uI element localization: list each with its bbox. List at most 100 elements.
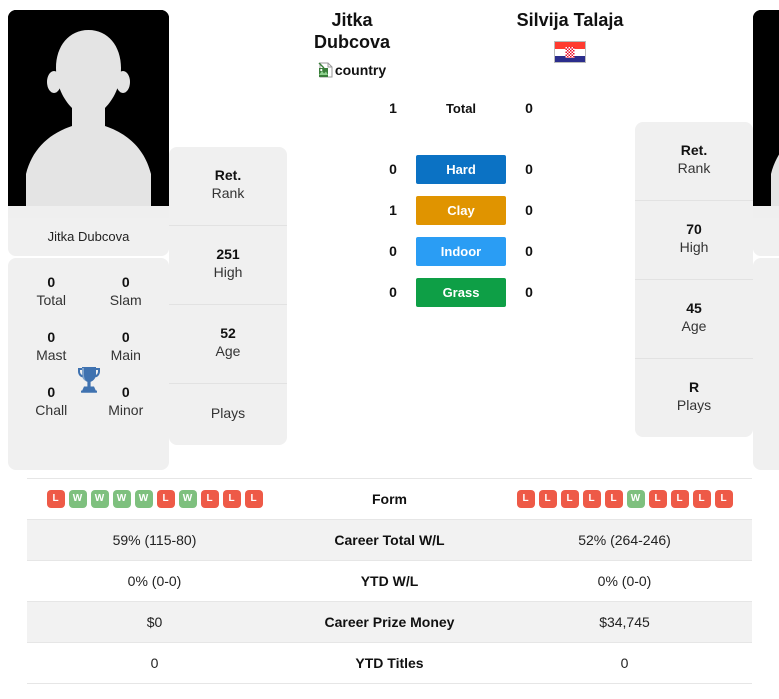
right-info-age-label: Age (681, 318, 707, 335)
h2h-row-indoor: 0 Indoor 0 (293, 236, 629, 266)
right-info-plays: R Plays (635, 359, 753, 437)
left-titles-chall-label: Chall (35, 401, 68, 418)
left-titles-main-label: Main (110, 346, 141, 363)
right-career-total-wl: 52% (264-246) (578, 532, 671, 548)
left-titles-main: 0 Main (89, 329, 164, 364)
h2h-total-label: Total (445, 100, 477, 116)
h2h-total-left-score: 1 (389, 100, 397, 117)
left-ytd-wl: 0% (0-0) (127, 573, 182, 589)
left-titles-mast: 0 Mast (14, 329, 89, 364)
right-form-badge: L (670, 490, 689, 508)
surface-breakdown: 1 Total 0 0 Hard 0 1 Clay 0 0 Indoor 0 0… (293, 94, 629, 307)
left-titles-main-value: 0 (121, 329, 130, 345)
right-form-badge: L (648, 490, 667, 508)
right-info-age: 45 Age (635, 280, 753, 359)
right-player-info-column: Ret. Rank 70 High 45 Age R Plays (635, 122, 753, 437)
left-form-badge: W (178, 490, 197, 508)
left-info-rank-value: Ret. (214, 167, 242, 183)
surface-button-hard[interactable]: Hard (416, 154, 506, 184)
table-row-career-prize-money: $0 Career Prize Money $34,745 (27, 601, 752, 643)
left-player-info-column: Ret. Rank 251 High 52 Age Plays (169, 147, 287, 445)
right-ytd-titles: 0 (620, 655, 629, 671)
table-row-form: LWWWWLWLLL Form LLLLLWLLLL (27, 478, 752, 520)
h2h-row-clay: 1 Clay 0 (293, 195, 629, 225)
left-form-badge: W (112, 490, 131, 508)
left-info-plays-value (173, 403, 283, 404)
right-player-photo-card: Silvija Talaja (753, 10, 779, 256)
right-player-photo-caption: Silvija Talaja (753, 218, 779, 256)
avatar-placeholder-icon (8, 10, 169, 218)
right-form-badge: L (604, 490, 623, 508)
left-info-age: 52 Age (169, 305, 287, 384)
h2h-clay-left-score: 1 (389, 202, 397, 219)
left-form-badge: W (134, 490, 153, 508)
left-form-badge: W (68, 490, 87, 508)
surface-button-grass[interactable]: Grass (416, 277, 506, 307)
h2h-row-hard: 0 Hard 0 (293, 154, 629, 184)
table-row-career-total-wl: 59% (115-80) Career Total W/L 52% (264-2… (27, 519, 752, 561)
row-label-career-total-wl: Career Total W/L (334, 532, 445, 548)
row-label-ytd-titles: YTD Titles (355, 655, 424, 671)
right-ytd-wl: 0% (0-0) (597, 573, 652, 589)
right-info-plays-value: R (688, 378, 700, 395)
right-form-badges: LLLLLWLLLL (503, 490, 746, 508)
table-row-ytd-titles: 0 YTD Titles 0 (27, 643, 752, 684)
left-player-photo-caption: Jitka Dubcova (8, 218, 169, 256)
head-to-head-panel: Jitka Dubcova country Silvija Talaja 1 T… (287, 10, 635, 307)
right-titles-total: 2 Total (759, 274, 779, 309)
right-info-high-label: High (679, 239, 709, 256)
left-titles-slam-value: 0 (121, 274, 130, 290)
left-titles-mast-label: Mast (36, 346, 67, 363)
right-form-badge: L (516, 490, 535, 508)
h2h-grass-left-score: 0 (389, 284, 397, 301)
right-titles-mast: 0 Mast (759, 329, 779, 364)
surface-button-clay[interactable]: Clay (416, 195, 506, 225)
left-player-name-line2: Dubcova (313, 31, 391, 52)
left-player-photo-card: Jitka Dubcova (8, 10, 169, 256)
left-info-plays-label: Plays (210, 404, 246, 421)
left-player-column: Jitka Dubcova 0 Total 0 Slam 0 Mast 0 Ma… (8, 10, 169, 470)
broken-image-icon (318, 62, 334, 78)
h2h-indoor-left-score: 0 (389, 243, 397, 260)
head-to-head-column: Jitka Dubcova country Silvija Talaja 1 T… (287, 10, 635, 319)
right-form-cell: LLLLLWLLLL (497, 479, 752, 520)
left-info-high-label: High (213, 264, 243, 281)
right-form-badge: L (714, 490, 733, 508)
left-titles-total: 0 Total (14, 274, 89, 309)
player-comparison-section: Jitka Dubcova 0 Total 0 Slam 0 Mast 0 Ma… (0, 0, 779, 478)
right-info-plays-label: Plays (676, 397, 712, 414)
row-label-career-prize-money: Career Prize Money (324, 614, 455, 630)
h2h-total-right-score: 0 (525, 100, 533, 117)
right-info-rank-value: Ret. (680, 142, 708, 158)
left-info-age-label: Age (215, 343, 241, 360)
h2h-grass-right-score: 0 (525, 284, 533, 301)
h2h-hard-left-score: 0 (389, 161, 397, 178)
left-player-name-line1: Jitka (331, 10, 373, 30)
right-info-rank: Ret. Rank (635, 122, 753, 201)
left-career-total-wl: 59% (115-80) (112, 532, 197, 548)
right-form-badge: L (582, 490, 601, 508)
right-titles-mast-value: 0 (759, 329, 779, 347)
right-titles-total-value: 2 (759, 274, 779, 292)
trophy-icon (77, 367, 100, 393)
left-form-badge: L (200, 490, 219, 508)
player-stats-table: LWWWWLWLLL Form LLLLLWLLLL 59% (115-80) … (27, 478, 752, 684)
h2h-indoor-right-score: 0 (525, 243, 533, 260)
avatar-placeholder-icon (753, 10, 779, 218)
left-ytd-titles: 0 (150, 655, 159, 671)
left-form-badges: LWWWWLWLLL (33, 490, 276, 508)
h2h-hard-right-score: 0 (525, 161, 533, 178)
left-titles-total-value: 0 (47, 274, 56, 290)
right-info-rank-label: Rank (677, 160, 711, 177)
left-player-country-alt-text: country (334, 61, 387, 78)
flag-crest (565, 46, 575, 58)
left-titles-minor-label: Minor (108, 401, 144, 418)
h2h-row-total: 1 Total 0 (293, 94, 629, 123)
right-form-badge: L (692, 490, 711, 508)
right-titles-mast-label: Mast (759, 347, 779, 365)
h2h-row-grass: 0 Grass 0 (293, 277, 629, 307)
left-player-titles-card: 0 Total 0 Slam 0 Mast 0 Main 0 Chall 0 M… (8, 258, 169, 470)
surface-button-indoor[interactable]: Indoor (416, 236, 506, 266)
left-titles-slam: 0 Slam (89, 274, 164, 309)
left-player-country-broken-image: country (293, 62, 411, 79)
